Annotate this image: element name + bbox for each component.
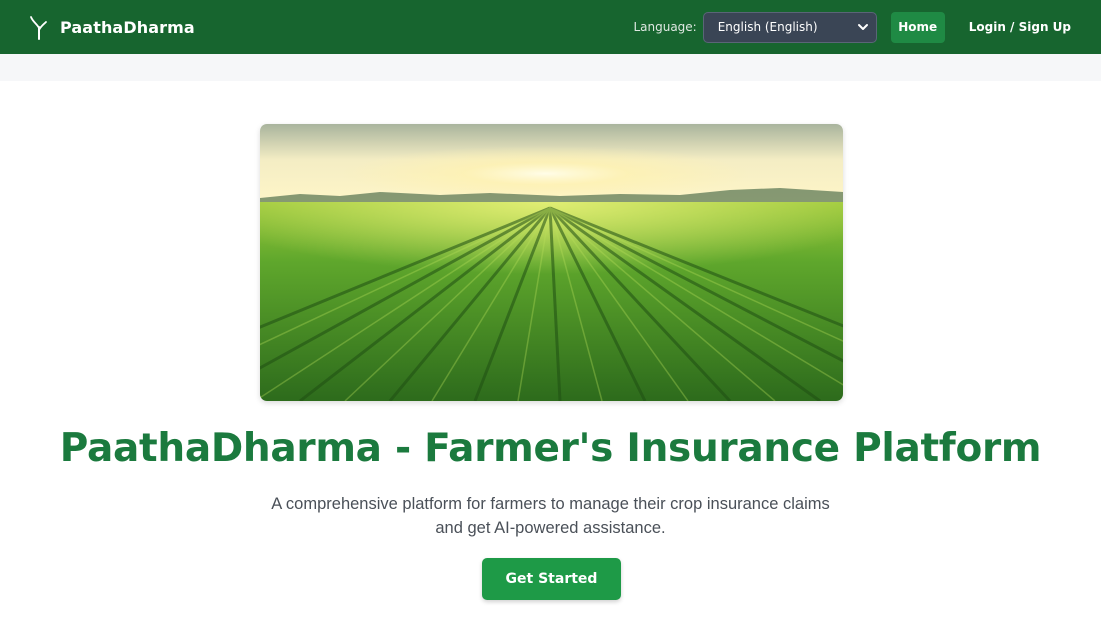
sprout-icon [30, 16, 47, 40]
login-signup-button[interactable]: Login / Sign Up [961, 12, 1079, 43]
language-select[interactable]: English (English) [702, 11, 877, 43]
chevron-down-icon [857, 24, 868, 30]
navbar: PaathaDharma Language: English (English)… [0, 0, 1101, 54]
subheader-strip [0, 54, 1101, 81]
hero-image [260, 124, 843, 401]
nav-right: Language: English (English) Home Login /… [633, 11, 1079, 43]
brand-name: PaathaDharma [60, 17, 195, 37]
hero-title: PaathaDharma - Farmer's Insurance Platfo… [59, 426, 1042, 471]
hero-subtitle: A comprehensive platform for farmers to … [271, 495, 830, 537]
rice-field-image [260, 124, 843, 401]
brand-link[interactable]: PaathaDharma [28, 14, 195, 40]
language-label: Language: [633, 20, 697, 34]
language-select-value: English (English) [717, 20, 818, 34]
get-started-button[interactable]: Get Started [482, 558, 621, 600]
home-button[interactable]: Home [890, 11, 945, 43]
